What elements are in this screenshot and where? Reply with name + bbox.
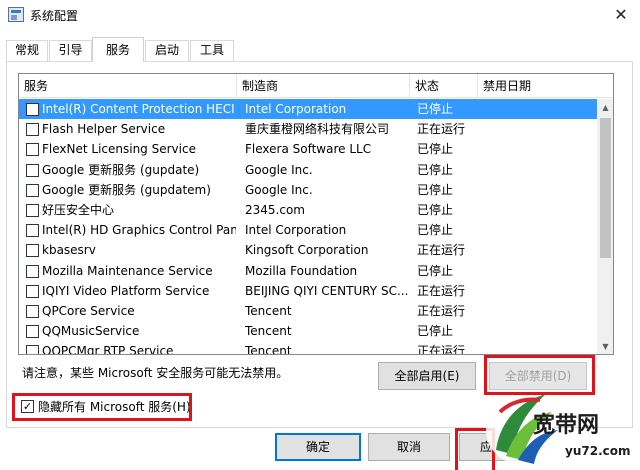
table-row[interactable]: 好压安全中心 2345.com 已停止: [19, 200, 597, 220]
tab-startup[interactable]: 启动: [145, 40, 189, 61]
cell-manufacturer: Intel Corporation: [245, 223, 347, 238]
table-row[interactable]: Mozilla Maintenance Service Mozilla Found…: [19, 261, 597, 281]
cell-manufacturer: Tencent: [245, 324, 292, 339]
close-icon[interactable]: ✕: [606, 3, 636, 27]
cell-manufacturer: Google Inc.: [245, 162, 313, 177]
row-checkbox[interactable]: [26, 103, 39, 116]
watermark-logo: 宽带网 yu72.com: [470, 372, 640, 470]
watermark-url: yu72.com: [565, 444, 631, 458]
row-checkbox[interactable]: [26, 325, 39, 339]
row-checkbox[interactable]: [26, 123, 39, 137]
table-row[interactable]: Intel(R) Content Protection HECI ... Inte…: [19, 99, 597, 120]
cell-manufacturer: Google Inc.: [245, 182, 313, 197]
row-checkbox[interactable]: [26, 143, 39, 157]
tab-services[interactable]: 服务: [92, 37, 144, 62]
cell-manufacturer: Tencent: [245, 303, 292, 318]
cell-status: 正在运行: [417, 344, 466, 355]
scroll-up-arrow-icon[interactable]: ▲: [597, 99, 613, 116]
cell-status: 正在运行: [417, 243, 466, 258]
cell-manufacturer: BEIJING QIYI CENTURY SC...: [245, 283, 409, 298]
tab-general[interactable]: 常规: [6, 40, 48, 61]
cell-status: 已停止: [417, 182, 454, 197]
cell-status: 已停止: [417, 102, 454, 116]
cell-status: 正在运行: [417, 122, 466, 137]
row-checkbox[interactable]: [26, 304, 39, 318]
table-row[interactable]: Intel(R) HD Graphics Control Pan... Intel…: [19, 220, 597, 240]
scrollbar-thumb[interactable]: [600, 118, 611, 258]
cell-manufacturer: Kingsoft Corporation: [245, 243, 369, 258]
table-row[interactable]: FlexNet Licensing Service Flexera Softwar…: [19, 139, 597, 159]
row-checkbox[interactable]: [26, 203, 39, 217]
column-header-status[interactable]: 状态: [410, 74, 478, 98]
cell-status: 已停止: [417, 162, 454, 177]
cell-service: QQPCMgr RTP Service: [42, 344, 174, 355]
window-title: 系统配置: [30, 9, 79, 23]
row-checkbox[interactable]: [26, 244, 39, 258]
cell-status: 正在运行: [417, 283, 466, 298]
cell-service: Intel(R) HD Graphics Control Pan...: [42, 223, 236, 238]
ok-button[interactable]: 确定: [275, 433, 361, 461]
cell-service: Google 更新服务 (gupdate): [42, 162, 200, 177]
list-rows: Intel(R) Content Protection HECI ... Inte…: [19, 99, 597, 355]
row-checkbox[interactable]: [26, 345, 39, 354]
highlight-hide-ms-services: [12, 393, 192, 421]
enable-all-button[interactable]: 全部启用(E): [378, 362, 476, 390]
table-row[interactable]: kbasesrv Kingsoft Corporation 正在运行: [19, 240, 597, 260]
column-header-service[interactable]: 服务: [19, 74, 237, 98]
watermark-brand: 宽带网: [533, 413, 600, 438]
table-row[interactable]: QQMusicService Tencent 已停止: [19, 321, 597, 341]
table-row[interactable]: Google 更新服务 (gupdatem) Google Inc. 已停止: [19, 180, 597, 200]
cell-manufacturer: 重庆重橙网络科技有限公司: [245, 122, 390, 137]
cell-service: Flash Helper Service: [42, 122, 166, 137]
cell-status: 已停止: [417, 223, 454, 238]
row-checkbox[interactable]: [26, 183, 39, 197]
cell-service: 好压安全中心: [42, 202, 115, 217]
table-row[interactable]: IQIYI Video Platform Service BEIJING QIYI…: [19, 281, 597, 301]
cell-manufacturer: Flexera Software LLC: [245, 142, 372, 157]
cell-status: 已停止: [417, 142, 454, 157]
tab-tools[interactable]: 工具: [190, 40, 234, 61]
cell-status: 正在运行: [417, 303, 466, 318]
column-header-manufacturer[interactable]: 制造商: [237, 74, 410, 98]
cell-service: QPCore Service: [42, 303, 135, 318]
cell-status: 已停止: [417, 263, 454, 278]
vertical-scrollbar[interactable]: ▲ ▼: [597, 99, 613, 354]
table-row[interactable]: Flash Helper Service 重庆重橙网络科技有限公司 正在运行: [19, 119, 597, 139]
cell-manufacturer: Tencent: [245, 344, 292, 355]
row-checkbox[interactable]: [26, 284, 39, 298]
cell-service: Mozilla Maintenance Service: [42, 263, 213, 278]
cell-manufacturer: Intel Corporation: [245, 102, 347, 116]
row-checkbox[interactable]: [26, 163, 39, 177]
cancel-button[interactable]: 取消: [368, 433, 450, 461]
title-bar: 系统配置 ✕: [0, 0, 640, 30]
cell-service: Intel(R) Content Protection HECI ...: [42, 102, 236, 116]
column-header-date-disabled[interactable]: 禁用日期: [478, 74, 598, 98]
cell-manufacturer: 2345.com: [245, 202, 305, 217]
services-list[interactable]: 服务 制造商 状态 禁用日期 Intel(R) Content Protecti…: [18, 73, 614, 355]
cell-service: QQMusicService: [42, 324, 140, 339]
table-row[interactable]: QQPCMgr RTP Service Tencent 正在运行: [19, 341, 597, 355]
cell-status: 已停止: [417, 202, 454, 217]
row-checkbox[interactable]: [26, 224, 39, 238]
msconfig-app-icon: [8, 7, 24, 22]
cell-status: 已停止: [417, 324, 454, 339]
cell-service: Google 更新服务 (gupdatem): [42, 182, 211, 197]
row-checkbox[interactable]: [26, 264, 39, 278]
cell-service: kbasesrv: [42, 243, 96, 258]
list-header: 服务 制造商 状态 禁用日期: [19, 74, 613, 98]
scroll-down-arrow-icon[interactable]: ▼: [597, 338, 613, 354]
security-note: 请注意，某些 Microsoft 安全服务可能无法禁用。: [22, 366, 289, 380]
cell-manufacturer: Mozilla Foundation: [245, 263, 358, 278]
cell-service: IQIYI Video Platform Service: [42, 283, 210, 298]
table-row[interactable]: Google 更新服务 (gupdate) Google Inc. 已停止: [19, 160, 597, 180]
table-row[interactable]: QPCore Service Tencent 正在运行: [19, 301, 597, 321]
cell-service: FlexNet Licensing Service: [42, 142, 196, 157]
tab-boot[interactable]: 引导: [49, 40, 92, 61]
